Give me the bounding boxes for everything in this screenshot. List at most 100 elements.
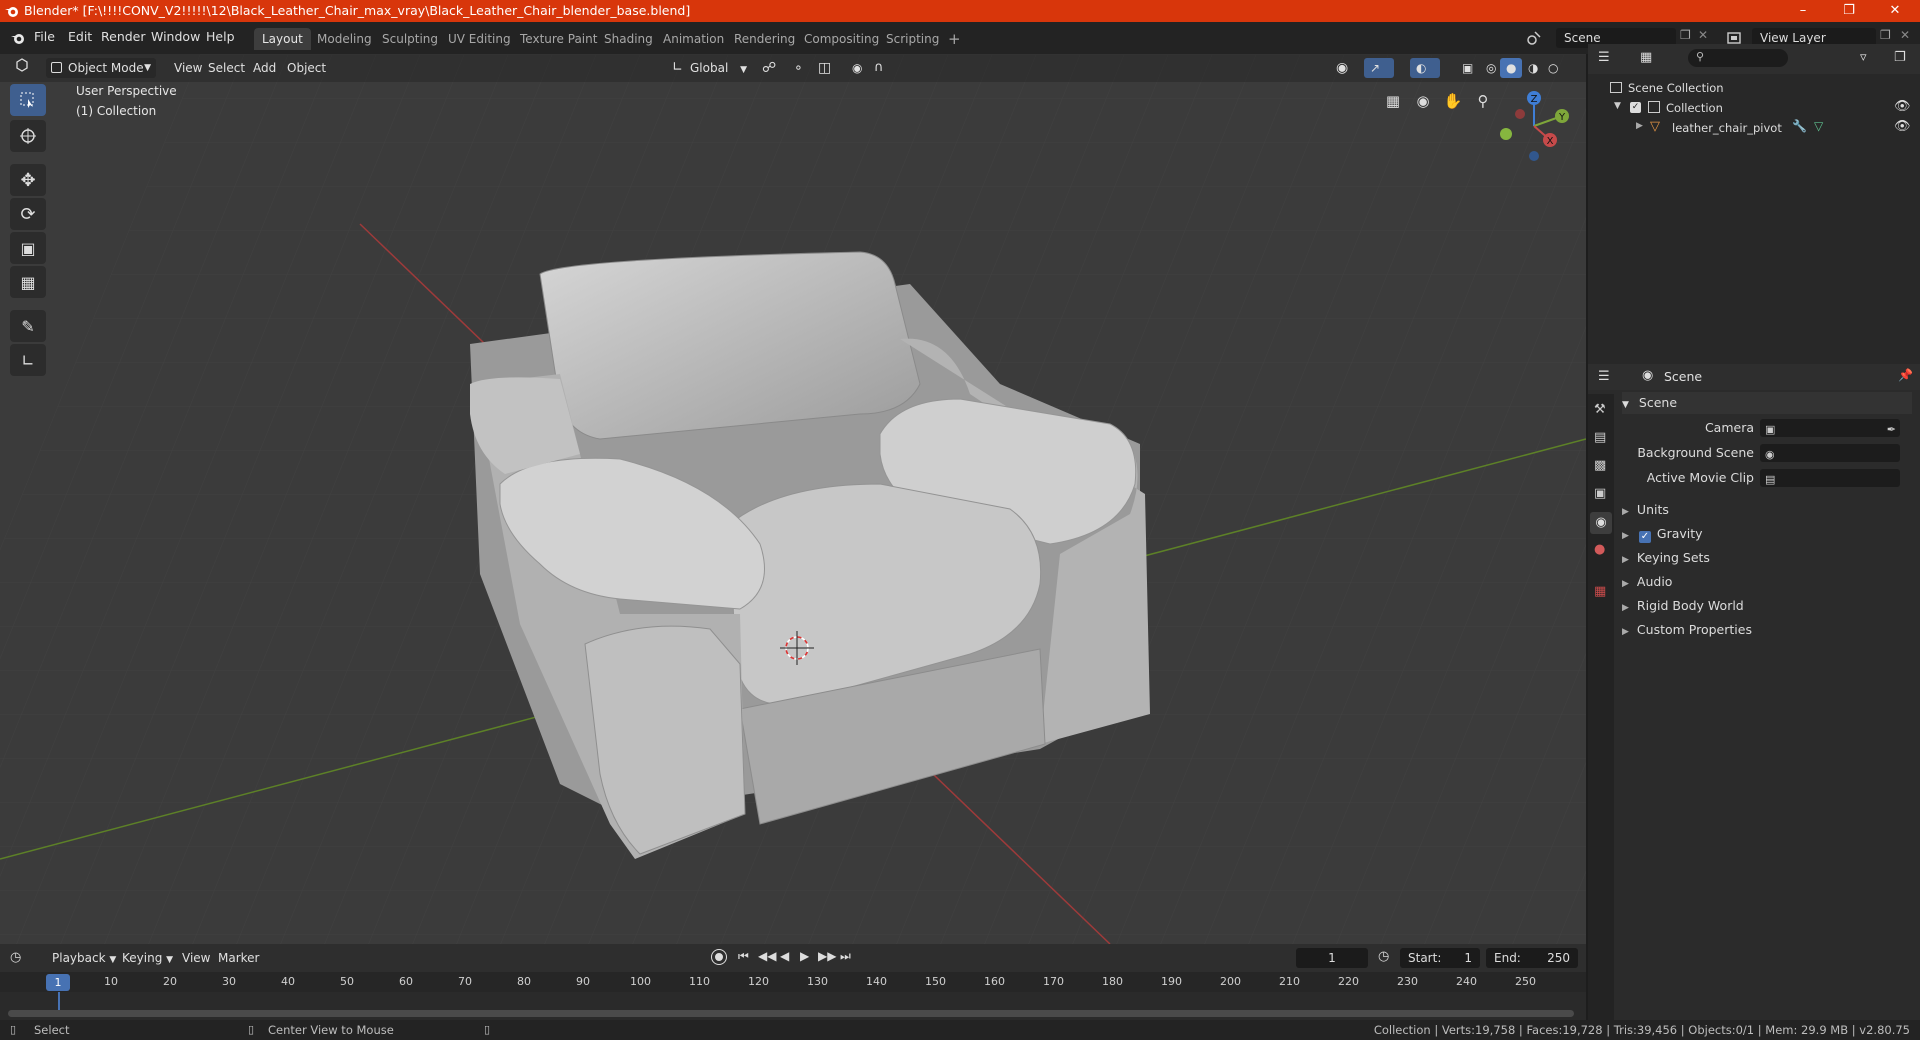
tab-modeling[interactable]: Modeling <box>309 28 380 50</box>
menu-object[interactable]: Object <box>281 58 332 78</box>
eye-icon[interactable]: 👁 <box>1894 119 1911 134</box>
end-frame-field[interactable]: End: 250 <box>1486 948 1578 968</box>
close-button[interactable]: ✕ <box>1872 0 1918 22</box>
new-view-layer-icon[interactable]: ❐ <box>1880 28 1891 42</box>
menu-add[interactable]: Add <box>247 58 282 78</box>
subpanel-keying-sets[interactable]: ▶ Keying Sets <box>1622 547 1912 569</box>
gravity-checkbox[interactable]: ✓ <box>1638 531 1651 543</box>
rendered-shading-icon[interactable]: ○ <box>1542 58 1564 78</box>
menu-marker[interactable]: Marker <box>212 948 265 968</box>
camera-view-icon[interactable]: ◉ <box>1410 88 1436 114</box>
pan-hand-icon[interactable]: ✋ <box>1440 88 1466 114</box>
timeline-scrollbar[interactable] <box>8 1010 1574 1017</box>
solid-shading-icon[interactable]: ● <box>1500 58 1523 78</box>
world-tab-icon[interactable]: ● <box>1594 542 1605 557</box>
output-tab-icon[interactable]: ▩ <box>1594 458 1606 473</box>
orientation-dropdown[interactable]: ∟ Global ▼ <box>668 58 753 78</box>
remove-scene-icon[interactable]: ✕ <box>1698 28 1708 42</box>
mesh-data-icon[interactable]: ▽ <box>1814 119 1823 133</box>
menu-file[interactable]: File <box>34 29 55 44</box>
display-mode-icon[interactable]: ▦ <box>1640 50 1652 65</box>
subpanel-custom-properties[interactable]: ▶ Custom Properties <box>1622 619 1912 641</box>
tool-tab-icon[interactable]: ⚒ <box>1594 402 1606 417</box>
eyedropper-icon[interactable]: ✒ <box>1887 419 1896 441</box>
frame-ruler[interactable]: 1 10 20 30 40 50 60 70 80 90 100 110 120… <box>0 972 1586 992</box>
preview-range-icon[interactable]: ◷ <box>1378 949 1389 964</box>
new-scene-icon[interactable]: ❐ <box>1680 28 1691 42</box>
subpanel-units[interactable]: ▶ Units <box>1622 499 1912 521</box>
pivot-point-icon[interactable]: ☍ <box>756 58 782 78</box>
pin-icon[interactable]: 📌 <box>1898 368 1913 382</box>
transform-tool[interactable]: ▦ <box>10 266 46 298</box>
visibility-icon[interactable]: ◉ <box>1330 58 1354 78</box>
overlay-toggle-icon[interactable]: ◐ <box>1410 58 1440 78</box>
view-layer-tab-icon[interactable]: ▣ <box>1594 486 1606 501</box>
tab-scripting[interactable]: Scripting <box>878 28 947 50</box>
record-button[interactable] <box>711 949 727 965</box>
expand-arrow-icon[interactable]: ▼ <box>1614 101 1621 111</box>
expand-arrow-icon[interactable]: ▶ <box>1636 121 1643 131</box>
jump-start-icon[interactable]: ⏮ <box>738 949 749 964</box>
snap-icon[interactable]: ∘ <box>788 58 809 78</box>
background-scene-field[interactable]: ◉ <box>1760 444 1900 462</box>
tab-animation[interactable]: Animation <box>655 28 732 50</box>
next-keyframe-icon[interactable]: ▶▶ <box>818 949 836 963</box>
playhead-frame-indicator[interactable]: 1 <box>46 974 70 991</box>
select-box-tool[interactable] <box>10 84 46 116</box>
3d-viewport[interactable]: Object Mode ▼ View Select Add Object ∟ G… <box>0 54 1586 944</box>
movie-clip-field[interactable]: ▤ <box>1760 469 1900 487</box>
subpanel-rigid-body-world[interactable]: ▶ Rigid Body World <box>1622 595 1912 617</box>
outliner-row-collection[interactable]: ▼ ✓ Collection 👁 <box>1588 98 1920 118</box>
move-tool[interactable]: ✥ <box>10 164 46 196</box>
menu-select[interactable]: Select <box>202 58 251 78</box>
xray-toggle-icon[interactable]: ▣ <box>1456 58 1479 78</box>
render-tab-icon[interactable]: ▤ <box>1594 430 1606 445</box>
remove-view-layer-icon[interactable]: ✕ <box>1900 28 1910 42</box>
outliner-search-input[interactable]: ⚲ <box>1688 49 1788 67</box>
menu-help[interactable]: Help <box>206 29 235 44</box>
outliner-editor-icon[interactable]: ☰ <box>1598 50 1610 65</box>
add-workspace-button[interactable]: + <box>940 28 969 50</box>
new-collection-icon[interactable]: ❐ <box>1894 50 1906 65</box>
blender-menu-icon[interactable] <box>10 30 26 46</box>
subpanel-gravity[interactable]: ▶ ✓ Gravity <box>1622 523 1912 545</box>
properties-editor-icon[interactable]: ☰ <box>1598 369 1610 384</box>
camera-field[interactable]: ▣ ✒ <box>1760 419 1900 437</box>
tab-compositing[interactable]: Compositing <box>796 28 887 50</box>
tab-texture-paint[interactable]: Texture Paint <box>512 28 605 50</box>
play-reverse-icon[interactable]: ◀ <box>780 949 789 963</box>
prev-keyframe-icon[interactable]: ◀◀ <box>758 949 776 963</box>
menu-keying[interactable]: Keying ▼ <box>116 948 179 968</box>
collection-checkbox[interactable]: ✓ <box>1630 102 1641 113</box>
menu-window[interactable]: Window <box>151 29 200 44</box>
cursor-tool[interactable] <box>10 120 46 152</box>
jump-end-icon[interactable]: ⏭ <box>840 949 851 964</box>
navigation-gizmo[interactable]: Z Y X <box>1494 84 1574 164</box>
scene-section-header[interactable]: ▼ Scene <box>1622 392 1912 414</box>
falloff-icon[interactable]: ∩ <box>868 58 890 78</box>
outliner-row-object[interactable]: ▶ ▽ leather_chair_pivot 🔧 ▽ 👁 <box>1588 118 1920 138</box>
texture-tab-icon[interactable]: ▦ <box>1594 584 1606 599</box>
menu-render[interactable]: Render <box>101 29 146 44</box>
tab-uv-editing[interactable]: UV Editing <box>440 28 519 50</box>
play-icon[interactable]: ▶ <box>800 949 809 963</box>
mode-dropdown[interactable]: Object Mode ▼ <box>46 58 156 78</box>
measure-tool[interactable]: ∟ <box>10 344 46 376</box>
snap-target-icon[interactable]: ◫ <box>812 58 837 78</box>
editor-type-button[interactable] <box>8 58 36 78</box>
tab-layout[interactable]: Layout <box>254 28 311 50</box>
annotate-tool[interactable]: ✎ <box>10 310 46 342</box>
eye-icon[interactable]: 👁 <box>1894 99 1911 114</box>
tab-sculpting[interactable]: Sculpting <box>374 28 446 50</box>
restore-button[interactable]: ❐ <box>1826 0 1872 22</box>
scale-tool[interactable]: ▣ <box>10 232 46 264</box>
menu-edit[interactable]: Edit <box>68 29 92 44</box>
tab-shading[interactable]: Shading <box>596 28 661 50</box>
menu-view-timeline[interactable]: View <box>176 948 216 968</box>
filter-icon[interactable]: ▿ <box>1860 50 1867 65</box>
start-frame-field[interactable]: Start: 1 <box>1400 948 1480 968</box>
timeline-editor-icon[interactable]: ◷ <box>10 950 21 965</box>
menu-playback[interactable]: Playback ▼ <box>46 948 122 968</box>
tab-rendering[interactable]: Rendering <box>726 28 803 50</box>
scene-tab-icon[interactable]: ◉ <box>1590 512 1612 534</box>
